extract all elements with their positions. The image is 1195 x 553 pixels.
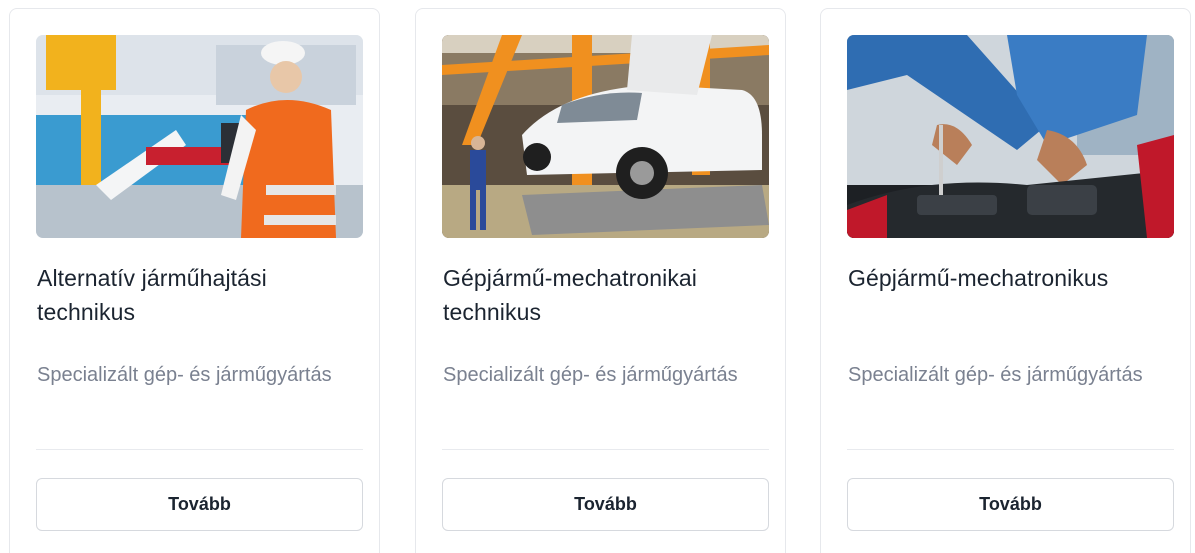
card-title: Gépjármű-mechatronikus	[848, 265, 1109, 291]
card-divider	[36, 449, 363, 450]
card-image-car-assembly	[442, 35, 769, 238]
course-card-grid: Alternatív járműhajtási technikus Specia…	[0, 0, 1195, 553]
more-button[interactable]: Tovább	[847, 478, 1174, 531]
card-divider	[847, 449, 1174, 450]
more-button[interactable]: Tovább	[36, 478, 363, 531]
course-card: Alternatív járműhajtási technikus Specia…	[9, 8, 380, 553]
card-category: Specializált gép- és járműgyártás	[443, 364, 738, 386]
card-title: Gépjármű-mechatronikai technikus	[443, 265, 698, 325]
card-image-engineer-robot	[36, 35, 363, 238]
card-category: Specializált gép- és járműgyártás	[37, 364, 332, 386]
more-button[interactable]: Tovább	[442, 478, 769, 531]
card-image-mechanic-engine	[847, 35, 1174, 238]
course-card: Gépjármű-mechatronikai technikus Special…	[415, 8, 786, 553]
card-title: Alternatív járműhajtási technikus	[37, 265, 267, 325]
course-card: Gépjármű-mechatronikus Specializált gép-…	[820, 8, 1191, 553]
card-category: Specializált gép- és járműgyártás	[848, 364, 1143, 386]
card-divider	[442, 449, 769, 450]
